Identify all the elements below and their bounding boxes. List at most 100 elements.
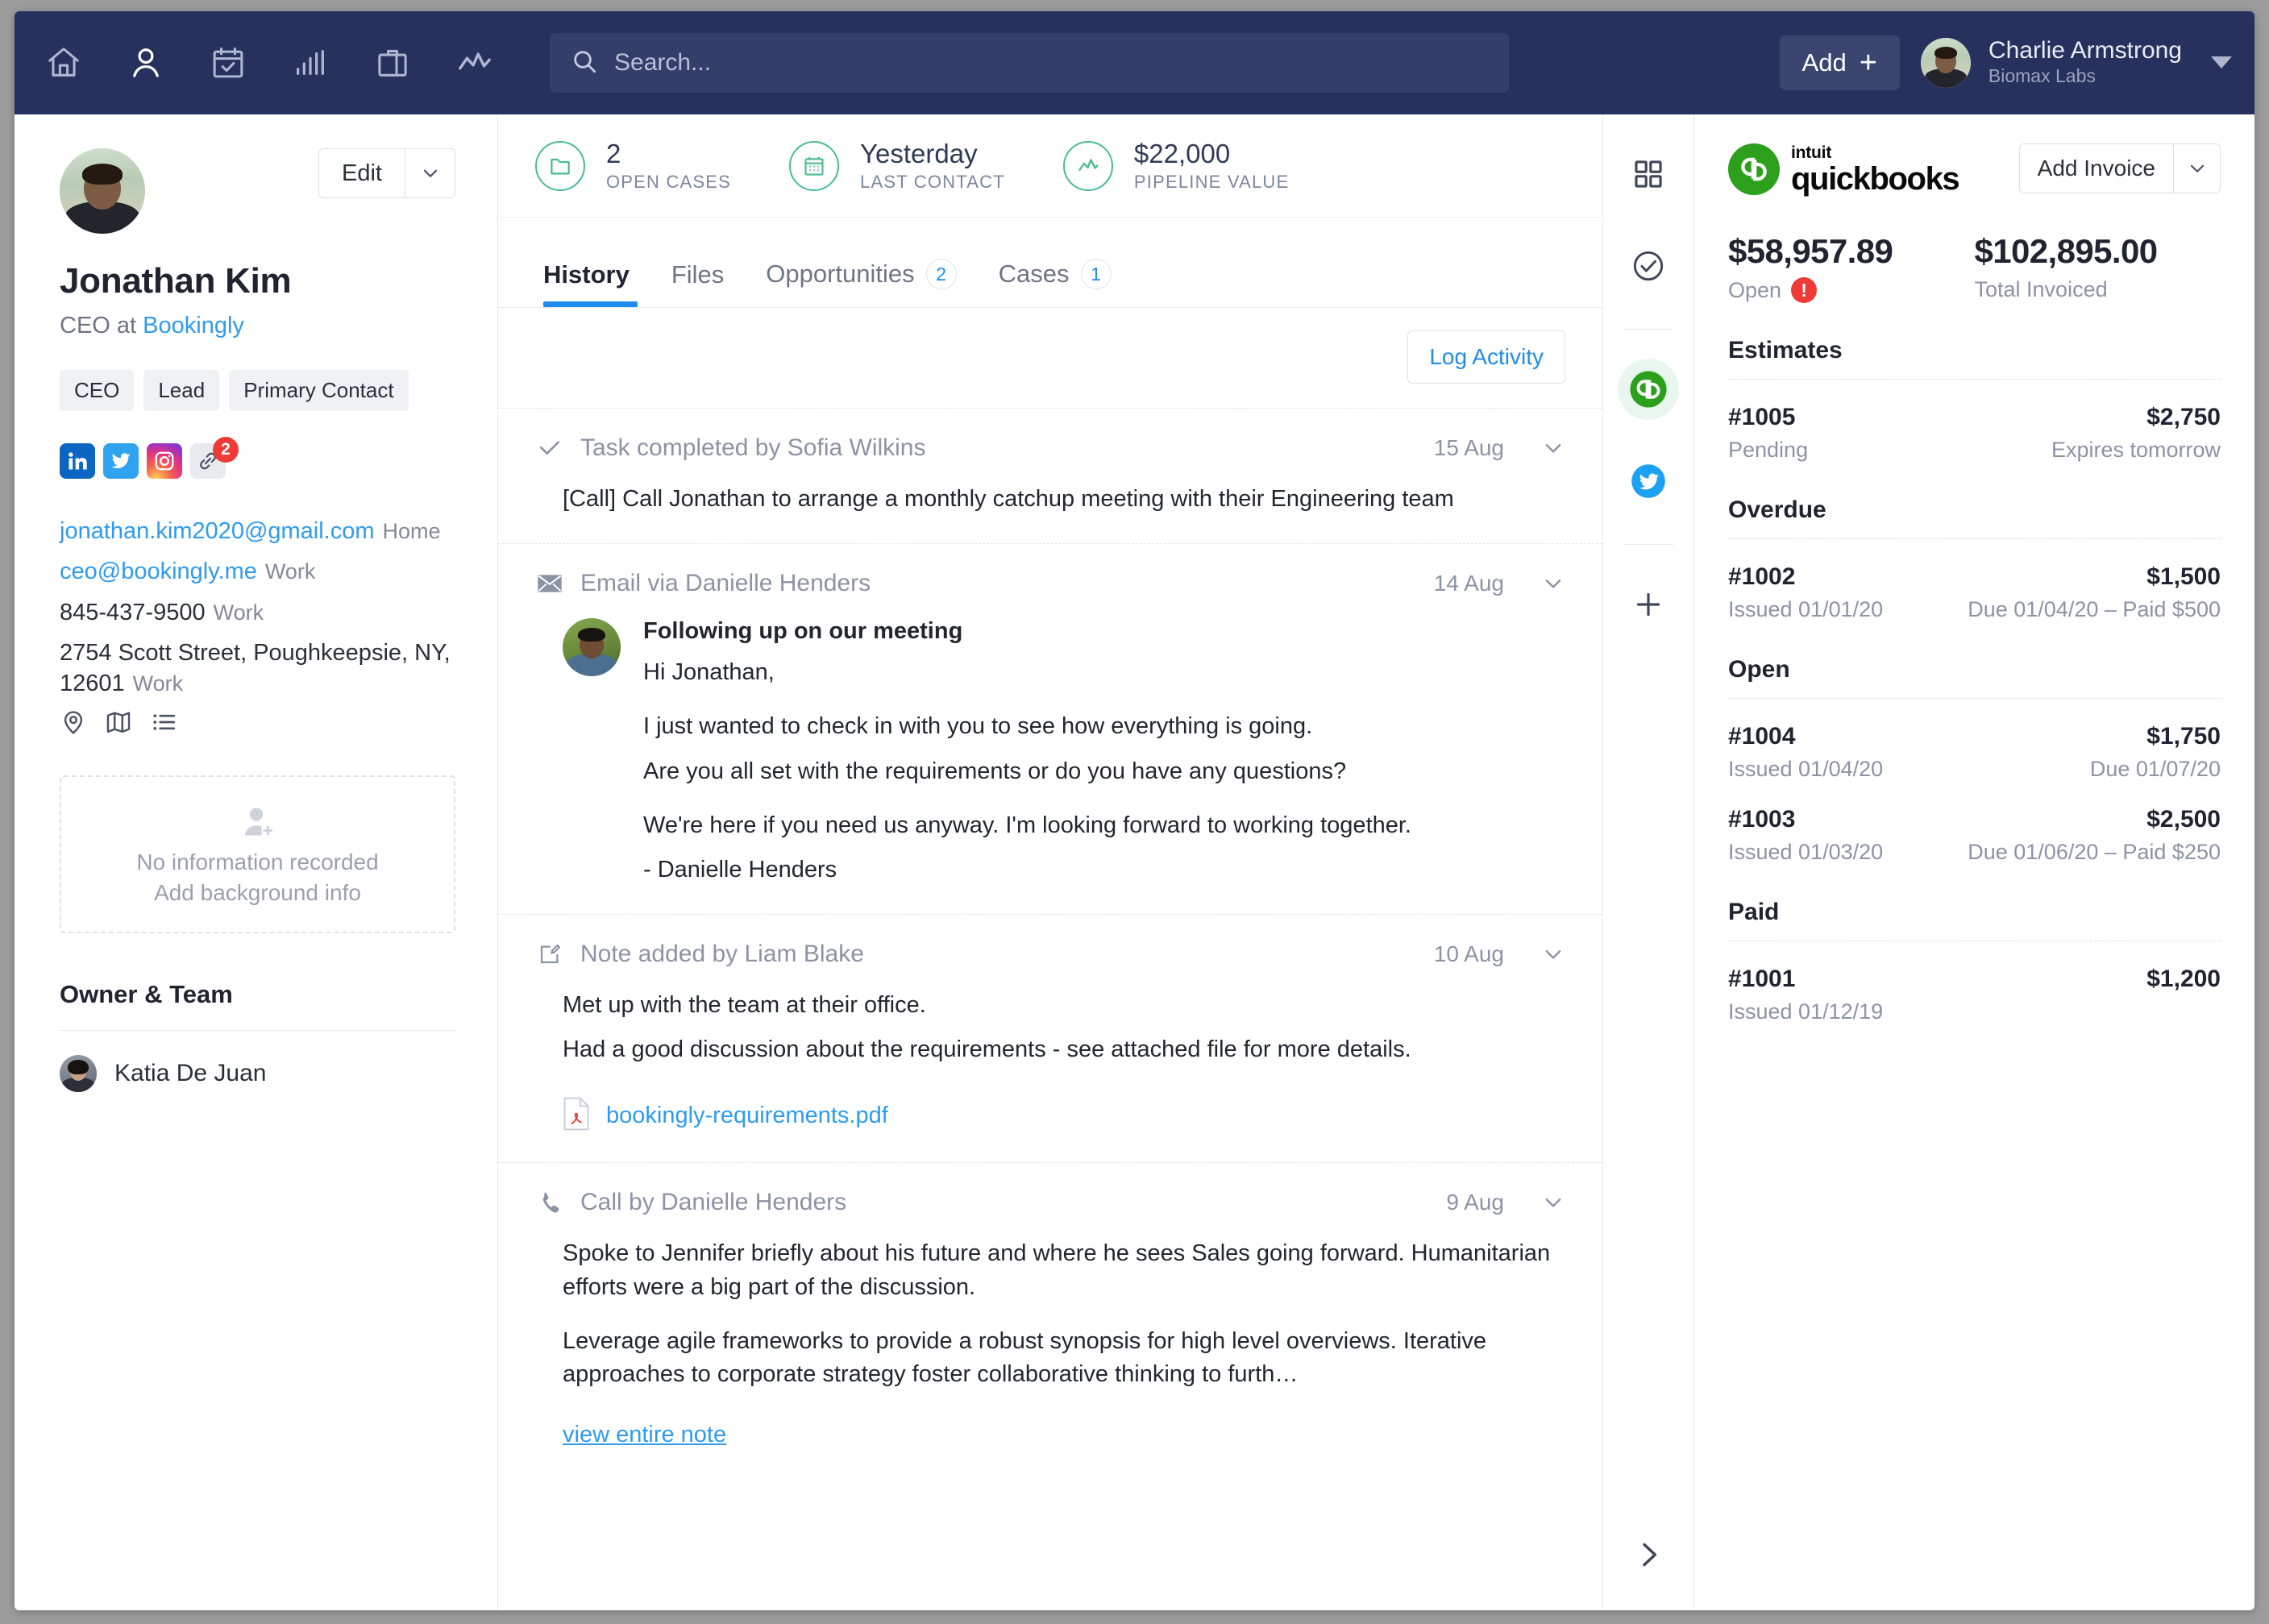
- chevron-down-icon[interactable]: [1541, 1190, 1565, 1215]
- stat-value: 2: [606, 139, 731, 169]
- contact-tag[interactable]: Primary Contact: [229, 370, 408, 411]
- divider: [1728, 698, 2221, 699]
- note-line: Had a good discussion about the requirem…: [563, 1033, 1565, 1066]
- chevron-down-icon[interactable]: [1541, 942, 1565, 966]
- log-activity-button[interactable]: Log Activity: [1407, 330, 1565, 384]
- contact-company-link[interactable]: Bookingly: [143, 313, 244, 339]
- email-label: Work: [265, 559, 316, 584]
- add-invoice-button[interactable]: Add Invoice: [2019, 143, 2221, 193]
- calendar-check-icon[interactable]: [203, 38, 253, 88]
- twitter-icon[interactable]: [103, 443, 139, 479]
- invoice-row[interactable]: #1002 Issued 01/01/20 $1,500 Due 01/04/2…: [1728, 563, 2221, 622]
- linkedin-icon[interactable]: [60, 443, 95, 479]
- invoice-amount: $2,500: [1968, 806, 2221, 833]
- view-entire-note-link[interactable]: view entire note: [563, 1422, 726, 1448]
- user-company: Biomax Labs: [1988, 64, 2182, 89]
- entry-date: 15 Aug: [1434, 435, 1504, 461]
- quickbooks-icon[interactable]: [1618, 359, 1679, 420]
- team-member-row[interactable]: Katia De Juan: [60, 1055, 455, 1092]
- link-count-badge: 2: [213, 437, 239, 463]
- pdf-file-icon: [563, 1097, 590, 1135]
- address-line2: 12601: [60, 671, 125, 696]
- add-invoice-label: Add Invoice: [2020, 144, 2173, 193]
- reports-bar-icon[interactable]: [285, 38, 335, 88]
- invoice-number: #1004: [1728, 723, 1883, 750]
- contact-email-row: ceo@bookingly.me Work: [60, 556, 455, 587]
- chevron-down-icon[interactable]: [1541, 436, 1565, 460]
- email-content: Following up on our meeting Hi Jonathan,…: [563, 618, 1565, 887]
- email-signature: - Danielle Henders: [643, 854, 1411, 887]
- link-icon[interactable]: 2: [190, 443, 226, 479]
- invoice-row[interactable]: #1005 Pending $2,750 Expires tomorrow: [1728, 404, 2221, 463]
- email-link[interactable]: jonathan.kim2020@gmail.com: [60, 518, 375, 544]
- map-pin-icon[interactable]: [60, 708, 87, 740]
- total-open-amount: $58,957.89: [1728, 232, 1975, 271]
- quickbooks-header: intuit quickbooks Add Invoice: [1728, 143, 2221, 195]
- chevron-down-icon[interactable]: [2211, 56, 2232, 69]
- twitter-icon[interactable]: [1618, 451, 1679, 512]
- activity-line-icon[interactable]: [450, 38, 500, 88]
- search-icon: [571, 48, 598, 79]
- invoice-row[interactable]: #1001 Issued 01/12/19 $1,200: [1728, 966, 2221, 1024]
- check-circle-icon[interactable]: [1618, 235, 1679, 297]
- invoice-status: Issued 01/12/19: [1728, 999, 1883, 1024]
- primary-nav-icons: [39, 38, 500, 88]
- contacts-icon[interactable]: [121, 38, 171, 88]
- invoice-row[interactable]: #1004 Issued 01/04/20 $1,750 Due 01/07/2…: [1728, 723, 2221, 782]
- tab-count-badge: 2: [926, 259, 957, 289]
- activity-timeline: Log Activity Task completed by Sofia Wil…: [498, 308, 1602, 1610]
- stat-last-contact: Yesterday LAST CONTACT: [789, 139, 1063, 193]
- total-open-label: Open !: [1728, 277, 1975, 303]
- entry-header: Task completed by Sofia Wilkins 15 Aug: [535, 434, 1565, 462]
- briefcase-icon[interactable]: [368, 38, 418, 88]
- chevron-down-icon[interactable]: [405, 149, 455, 197]
- contact-avatar: [60, 148, 145, 234]
- entry-date: 10 Aug: [1434, 941, 1504, 967]
- map-icon[interactable]: [105, 708, 132, 740]
- instagram-icon[interactable]: [147, 443, 182, 479]
- invoice-amount: $1,750: [2090, 723, 2221, 750]
- plus-icon[interactable]: [1618, 574, 1679, 635]
- phone-icon: [535, 1190, 564, 1215]
- invoice-number: #1002: [1728, 563, 1883, 591]
- avatar: [563, 618, 621, 676]
- invoice-amount: $1,500: [1968, 563, 2221, 591]
- address-line1: 2754 Scott Street, Poughkeepsie, NY,: [60, 640, 451, 666]
- home-icon[interactable]: [39, 38, 89, 88]
- search-input[interactable]: [614, 49, 1488, 77]
- email-link[interactable]: ceo@bookingly.me: [60, 559, 257, 584]
- tab-history[interactable]: History: [535, 260, 650, 307]
- note-line: Met up with the team at their office.: [563, 989, 1565, 1022]
- add-button[interactable]: Add +: [1780, 35, 1900, 90]
- contact-tag[interactable]: Lead: [143, 370, 219, 411]
- list-icon[interactable]: [150, 708, 177, 740]
- entry-body: Following up on our meeting Hi Jonathan,…: [535, 618, 1565, 887]
- tab-cases[interactable]: Cases 1: [978, 259, 1132, 307]
- edit-button[interactable]: Edit: [318, 148, 455, 198]
- entry-header: Note added by Liam Blake 10 Aug: [535, 941, 1565, 968]
- attachment-row[interactable]: bookingly-requirements.pdf: [563, 1097, 1565, 1135]
- global-search[interactable]: [550, 33, 1509, 93]
- quickbooks-label: quickbooks: [1791, 163, 1959, 195]
- invoice-group-title: Paid: [1728, 899, 2221, 926]
- tab-opportunities[interactable]: Opportunities 2: [745, 259, 977, 307]
- tab-files[interactable]: Files: [650, 260, 745, 307]
- user-menu[interactable]: Charlie Armstrong Biomax Labs: [1921, 37, 2232, 89]
- trend-icon: [1063, 141, 1113, 191]
- stat-open-cases: 2 OPEN CASES: [535, 139, 789, 193]
- expand-panel-button[interactable]: [1603, 1539, 1693, 1575]
- contact-tag[interactable]: CEO: [60, 370, 134, 411]
- background-empty-line2: Add background info: [154, 880, 361, 906]
- total-open-text: Open: [1728, 278, 1781, 303]
- divider: [1728, 538, 2221, 539]
- chevron-down-icon[interactable]: [2173, 144, 2220, 193]
- chevron-down-icon[interactable]: [1541, 571, 1565, 596]
- address-actions: [60, 708, 455, 740]
- attachment-link[interactable]: bookingly-requirements.pdf: [606, 1103, 888, 1129]
- background-info-placeholder[interactable]: No information recorded Add background i…: [60, 775, 455, 933]
- invoice-row[interactable]: #1003 Issued 01/03/20 $2,500 Due 01/06/2…: [1728, 806, 2221, 865]
- grid-icon[interactable]: [1618, 143, 1679, 205]
- entry-body: Met up with the team at their office. Ha…: [535, 989, 1565, 1135]
- calendar-icon: [789, 141, 839, 191]
- invoice-status: Issued 01/03/20: [1728, 840, 1883, 865]
